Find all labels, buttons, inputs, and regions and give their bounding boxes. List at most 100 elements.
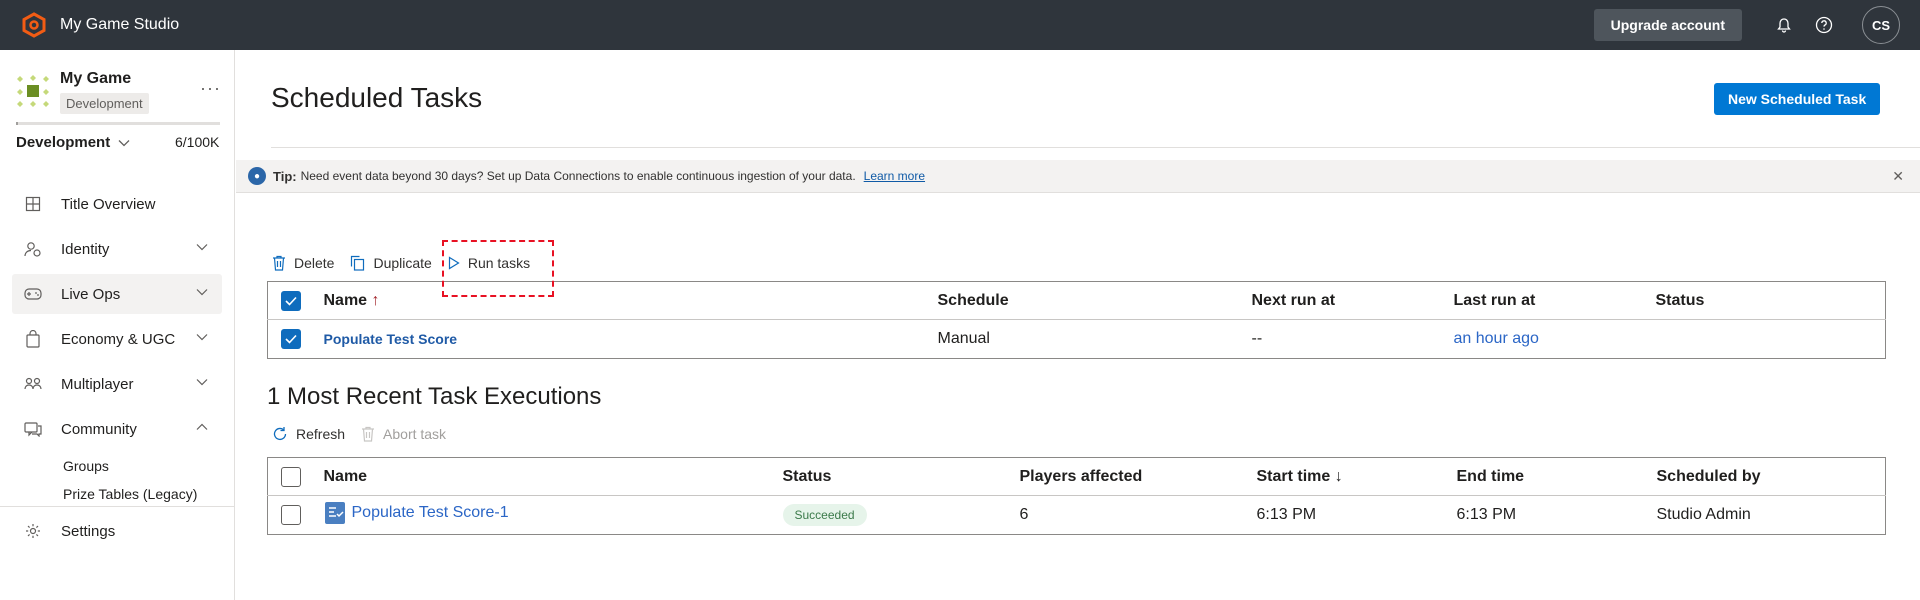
chevron-up-icon [196,423,208,430]
row-checkbox[interactable] [281,505,301,525]
chevron-down-icon [196,244,208,251]
game-logo-icon [17,75,49,107]
column-header-status[interactable]: Status [783,458,1020,496]
status-badge: Succeeded [782,504,867,526]
gear-icon [22,520,44,542]
row-checkbox[interactable] [281,329,301,349]
trash-icon [273,255,285,271]
column-header-status[interactable]: Status [1656,282,1886,320]
select-cell [267,319,324,359]
sidebar-item-identity[interactable]: Identity [12,229,222,269]
tip-icon: ● [248,167,266,185]
divider [271,147,1920,148]
task-name-link[interactable]: Populate Test Score [324,331,458,347]
last-run-link[interactable]: an hour ago [1454,330,1539,347]
run-tasks-highlight [442,240,554,297]
column-header-next-run[interactable]: Next run at [1252,282,1454,320]
sidebar-item-community[interactable]: Community [12,409,222,449]
duplicate-button[interactable]: Duplicate [350,255,432,271]
status-cell [1655,319,1886,359]
sidebar-item-label: Community [61,420,137,438]
execution-name-link[interactable]: Populate Test Score-1 [324,501,509,525]
column-header-schedule[interactable]: Schedule [938,282,1252,320]
column-header-name[interactable]: Name [324,458,783,496]
next-run-cell: -- [1251,319,1454,359]
chevron-down-icon [196,379,208,386]
delete-button[interactable]: Delete [272,255,334,271]
tip-banner: ● Tip: Need event data beyond 30 days? S… [236,160,1920,193]
column-header-name[interactable]: Name ↑ [324,282,938,320]
abort-task-label: Abort task [383,426,447,442]
sort-down-icon: ↓ [1334,467,1343,485]
table-row[interactable]: Populate Test Score-1 Succeeded 6 6:13 P… [267,495,1886,535]
sidebar-item-multiplayer[interactable]: Multiplayer [12,364,222,404]
sidebar-item-live-ops[interactable]: Live Ops [12,274,222,314]
environment-label: Development [16,134,111,151]
bell-icon[interactable] [1764,5,1804,45]
chevron-down-icon [196,289,208,296]
sidebar-item-label: Economy & UGC [61,330,176,348]
tip-text: Need event data beyond 30 days? Set up D… [300,169,856,183]
select-all-checkbox[interactable] [281,466,301,487]
usage-count: 6/100K [175,134,220,150]
column-header-last-run[interactable]: Last run at [1454,282,1656,320]
select-all-cell [268,458,324,496]
people-icon [22,373,44,395]
new-scheduled-task-button[interactable]: New Scheduled Task [1714,83,1881,115]
chat-icon [22,418,44,440]
copy-icon [351,255,365,271]
close-icon[interactable]: ✕ [1892,168,1904,185]
sidebar-item-economy-ugc[interactable]: Economy & UGC [12,319,222,359]
sidebar-divider [0,506,235,507]
execution-name-text: Populate Test Score-1 [351,504,509,521]
check-icon [285,334,297,344]
abort-task-button[interactable]: Abort task [361,426,446,442]
learn-more-link[interactable]: Learn more [864,169,925,183]
top-bar: My Game Studio Upgrade account CS [0,0,1920,50]
table-row[interactable]: Populate Test Score Manual -- an hour ag… [267,319,1886,359]
bag-icon [22,328,44,350]
page-title: Scheduled Tasks [271,82,483,113]
upgrade-account-button[interactable]: Upgrade account [1593,9,1742,41]
sidebar: My Game Development ··· Development 6/10… [0,50,235,600]
trash-icon [362,426,375,442]
refresh-button[interactable]: Refresh [272,426,345,442]
usage-bar [16,122,220,125]
chevron-down-icon [196,334,208,341]
refresh-icon [273,427,287,441]
sidebar-item-title-overview[interactable]: Title Overview [12,184,222,224]
game-name[interactable]: My Game [60,70,131,88]
environment-tag: Development [60,93,149,114]
table-header-row: Name Status Players affected Start time … [268,458,1886,496]
start-time-cell: 6:13 PM [1256,495,1457,535]
studio-logo-icon[interactable] [21,12,47,38]
main-content: Scheduled Tasks New Scheduled Task ● Tip… [236,50,1920,600]
duplicate-label: Duplicate [373,255,432,271]
players-cell: 6 [1019,495,1257,535]
column-header-end-time[interactable]: End time [1457,458,1657,496]
sidebar-item-label: Settings [61,522,116,540]
status-cell: Succeeded [782,495,1020,535]
more-options-icon[interactable]: ··· [200,78,221,99]
column-label: Name [323,291,368,309]
executions-toolbar: Refresh Abort task [272,421,462,447]
tip-label: Tip: [273,168,297,184]
app-title[interactable]: My Game Studio [60,16,179,34]
user-avatar[interactable]: CS [1862,6,1900,44]
sidebar-item-label: Identity [61,240,110,258]
chevron-down-icon [118,139,130,146]
help-icon[interactable] [1804,5,1844,45]
identity-icon [22,238,44,260]
environment-dropdown[interactable]: Development [16,134,130,151]
sidebar-item-settings[interactable]: Settings [12,511,222,551]
column-header-scheduled-by[interactable]: Scheduled by [1657,458,1886,496]
grid-icon [22,193,44,215]
sidebar-item-label: Multiplayer [61,375,134,393]
sidebar-nav: Title Overview Identity Live Ops Economy… [12,184,222,510]
column-header-start-time[interactable]: Start time ↓ [1257,458,1457,496]
select-all-checkbox[interactable] [281,290,301,311]
select-all-cell [268,282,324,320]
select-cell [267,495,324,535]
task-document-icon [324,502,345,524]
column-header-players[interactable]: Players affected [1020,458,1257,496]
